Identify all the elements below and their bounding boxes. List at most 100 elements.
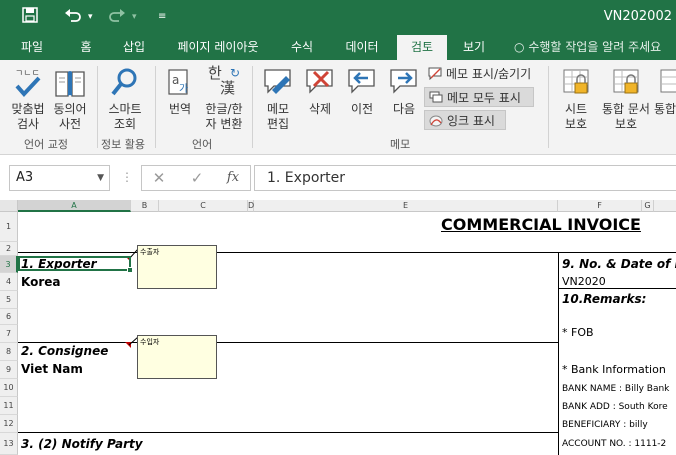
- protect-workbook-label-2: 보호: [614, 117, 638, 131]
- row-header-9[interactable]: 9: [0, 361, 18, 379]
- group-separator: [548, 66, 549, 148]
- lock-sheet-icon: [563, 69, 589, 94]
- row-header-7[interactable]: 7: [0, 325, 18, 343]
- row-header-1[interactable]: 1: [0, 212, 18, 242]
- row-header-4[interactable]: 4: [0, 273, 18, 291]
- spelling-button[interactable]: ㄱㄴㄷ 맞춤법 검사: [8, 66, 48, 132]
- smart-lookup-label-1: 스마트: [108, 102, 142, 116]
- cell-f3-no-date-label[interactable]: 9. No. & Date of invo: [562, 257, 676, 271]
- comment-box-consignee[interactable]: 수입자: [137, 335, 217, 379]
- ribbon-tabs: 파일 홈 삽입 페이지 레이아웃 수식 데이터 검토 보기 ○ 수행할 작업을 …: [0, 35, 676, 60]
- drag-handle-icon[interactable]: ⋮: [121, 169, 133, 185]
- row-header-11[interactable]: 11: [0, 397, 18, 415]
- previous-comment-label: 이전: [350, 102, 374, 116]
- chevron-down-icon[interactable]: ▼: [97, 166, 104, 190]
- show-all-comments-button[interactable]: 메모 모두 표시: [424, 87, 534, 107]
- cell-f10-bank-name[interactable]: BANK NAME : Billy Bank: [562, 384, 669, 394]
- protect-workbook-label-1: 통합 문서: [602, 102, 650, 116]
- row-header-3[interactable]: 3: [0, 256, 18, 273]
- cancel-icon[interactable]: ✕: [144, 167, 174, 189]
- cell-f9-bank-info[interactable]: * Bank Information: [562, 363, 666, 376]
- row-header-6[interactable]: 6: [0, 309, 18, 325]
- undo-dropdown-icon[interactable]: ▾: [88, 7, 93, 27]
- save-icon[interactable]: [22, 7, 38, 28]
- name-box[interactable]: A3 ▼: [9, 165, 110, 191]
- cell-f12-beneficiary[interactable]: BENEFICIARY : billy: [562, 420, 648, 430]
- protect-workbook-button[interactable]: 통합 문서 보호: [598, 66, 654, 132]
- title-bar: ▾ ▾ ≡ VN202002: [0, 0, 676, 35]
- tab-formulas[interactable]: 수식: [280, 35, 324, 60]
- column-header-g[interactable]: G: [642, 200, 654, 212]
- cell-f4-invoice-no[interactable]: VN2020: [562, 275, 606, 288]
- tab-insert[interactable]: 삽입: [112, 35, 156, 60]
- undo-icon[interactable]: [64, 7, 82, 28]
- show-hide-comment-button[interactable]: 메모 표시/숨기기: [424, 64, 531, 84]
- hanja-glyph: 漢: [220, 79, 236, 97]
- row-header-8[interactable]: 8: [0, 343, 18, 361]
- active-cell-a3[interactable]: [18, 256, 131, 271]
- share-workbook-icon: [660, 69, 676, 93]
- translate-button[interactable]: a 가 번역: [162, 66, 198, 117]
- cell-a8-consignee-label[interactable]: 2. Consignee: [21, 344, 108, 358]
- redo-dropdown-icon[interactable]: ▾: [132, 7, 137, 27]
- share-workbook-label: 통합: [654, 102, 676, 116]
- cell-f13-account-no[interactable]: ACCOUNT NO. : 1111-2: [562, 439, 666, 449]
- column-header-c[interactable]: C: [159, 200, 248, 212]
- enter-icon[interactable]: ✓: [182, 167, 212, 189]
- table-border-consignee: [18, 342, 558, 343]
- table-border-notify: [18, 432, 558, 433]
- edit-comment-button[interactable]: 메모 편집: [258, 66, 298, 132]
- thesaurus-button[interactable]: 동의어 사전: [50, 66, 90, 132]
- magnifier-icon: [111, 68, 137, 96]
- svg-text:가: 가: [179, 83, 188, 95]
- fill-handle[interactable]: [127, 267, 133, 273]
- hangul-hanja-button[interactable]: 한 漢 ↻ 한글/한 자 변환: [200, 66, 248, 132]
- row-header-12[interactable]: 12: [0, 415, 18, 433]
- cell-f5-remarks-label[interactable]: 10.Remarks:: [562, 292, 646, 306]
- show-ink-button[interactable]: 잉크 표시: [424, 110, 506, 130]
- hanja-icon: 한 漢 ↻: [206, 66, 242, 100]
- column-header-next[interactable]: [654, 200, 676, 212]
- lock-workbook-icon: [613, 69, 639, 94]
- row-header-10[interactable]: 10: [0, 379, 18, 397]
- cell-f11-bank-add[interactable]: BANK ADD : South Kore: [562, 402, 668, 412]
- tab-page-layout[interactable]: 페이지 레이아웃: [166, 35, 270, 60]
- redo-icon[interactable]: [108, 7, 126, 28]
- row-header-5[interactable]: 5: [0, 291, 18, 309]
- column-header-f[interactable]: F: [558, 200, 642, 212]
- tell-me-search[interactable]: ○ 수행할 작업을 알려 주세요: [514, 35, 661, 60]
- tab-file[interactable]: 파일: [10, 35, 54, 60]
- delete-comment-label: 삭제: [308, 102, 332, 116]
- hanja-label-2: 자 변환: [205, 117, 243, 131]
- invoice-title[interactable]: COMMERCIAL INVOICE: [441, 215, 641, 234]
- svg-text:ㄱㄴㄷ: ㄱㄴㄷ: [15, 69, 40, 79]
- share-workbook-button[interactable]: 통합: [654, 66, 676, 117]
- tab-data[interactable]: 데이터: [334, 35, 390, 60]
- cell-f7-fob[interactable]: * FOB: [562, 326, 594, 339]
- column-header-b[interactable]: B: [131, 200, 159, 212]
- cell-a9-consignee-value[interactable]: Viet Nam: [21, 362, 83, 376]
- worksheet-grid[interactable]: A B C D E F G 1 2 3 4 5 6 7 8 9 10 11 12…: [0, 200, 676, 455]
- tab-view[interactable]: 보기: [452, 35, 496, 60]
- formula-input[interactable]: 1. Exporter: [254, 165, 676, 191]
- previous-comment-button[interactable]: 이전: [342, 66, 382, 117]
- select-all-corner[interactable]: [0, 200, 18, 212]
- table-border-top: [18, 252, 676, 253]
- cell-a13-notify-label[interactable]: 3. (2) Notify Party: [21, 437, 143, 451]
- group-label-comments: 메모: [390, 138, 411, 151]
- column-header-e[interactable]: E: [254, 200, 558, 212]
- translate-label: 번역: [168, 102, 192, 116]
- row-header-13[interactable]: 13: [0, 433, 18, 455]
- insert-function-icon[interactable]: fx: [218, 167, 248, 189]
- tab-home[interactable]: 홈: [66, 35, 106, 60]
- delete-comment-button[interactable]: 삭제: [300, 66, 340, 117]
- smart-lookup-button[interactable]: 스마트 조회: [104, 66, 146, 132]
- row-header-2[interactable]: 2: [0, 242, 18, 256]
- column-header-a[interactable]: A: [18, 200, 131, 212]
- protect-sheet-button[interactable]: 시트 보호: [556, 66, 596, 132]
- comment-box-exporter[interactable]: 수출자: [137, 245, 217, 289]
- next-comment-button[interactable]: 다음: [384, 66, 424, 117]
- tab-review[interactable]: 검토: [397, 35, 447, 60]
- customize-quick-access-icon[interactable]: ≡: [158, 7, 166, 27]
- cell-a4-exporter-value[interactable]: Korea: [21, 275, 61, 289]
